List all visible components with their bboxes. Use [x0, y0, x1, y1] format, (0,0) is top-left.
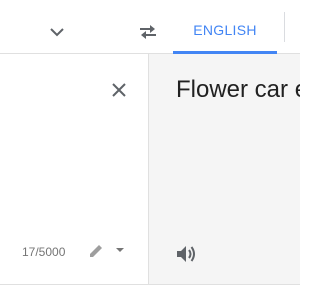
edit-button[interactable]	[86, 241, 106, 261]
edit-menu-button[interactable]	[113, 243, 127, 257]
character-count: 17/5000	[22, 245, 66, 259]
tab-english-label: ENGLISH	[193, 22, 257, 38]
pencil-icon	[90, 245, 102, 257]
bottom-border	[0, 284, 300, 285]
listen-button[interactable]	[174, 242, 198, 266]
source-text-panel[interactable]: 17/5000	[0, 54, 149, 284]
clear-source-button[interactable]	[107, 78, 131, 102]
chevron-down-icon	[50, 28, 64, 37]
translation-text: Flower car e	[176, 76, 300, 103]
translation-panel: Flower car e	[149, 54, 300, 284]
close-icon	[112, 83, 126, 97]
swap-languages-button[interactable]	[134, 18, 162, 46]
speaker-icon	[177, 246, 195, 262]
swap-arrows-icon	[140, 25, 156, 39]
divider	[284, 12, 285, 42]
triangle-down-icon	[116, 248, 124, 252]
source-language-dropdown[interactable]	[44, 20, 70, 44]
language-bar: ENGLISH	[0, 0, 300, 54]
tab-english[interactable]: ENGLISH	[173, 0, 277, 54]
